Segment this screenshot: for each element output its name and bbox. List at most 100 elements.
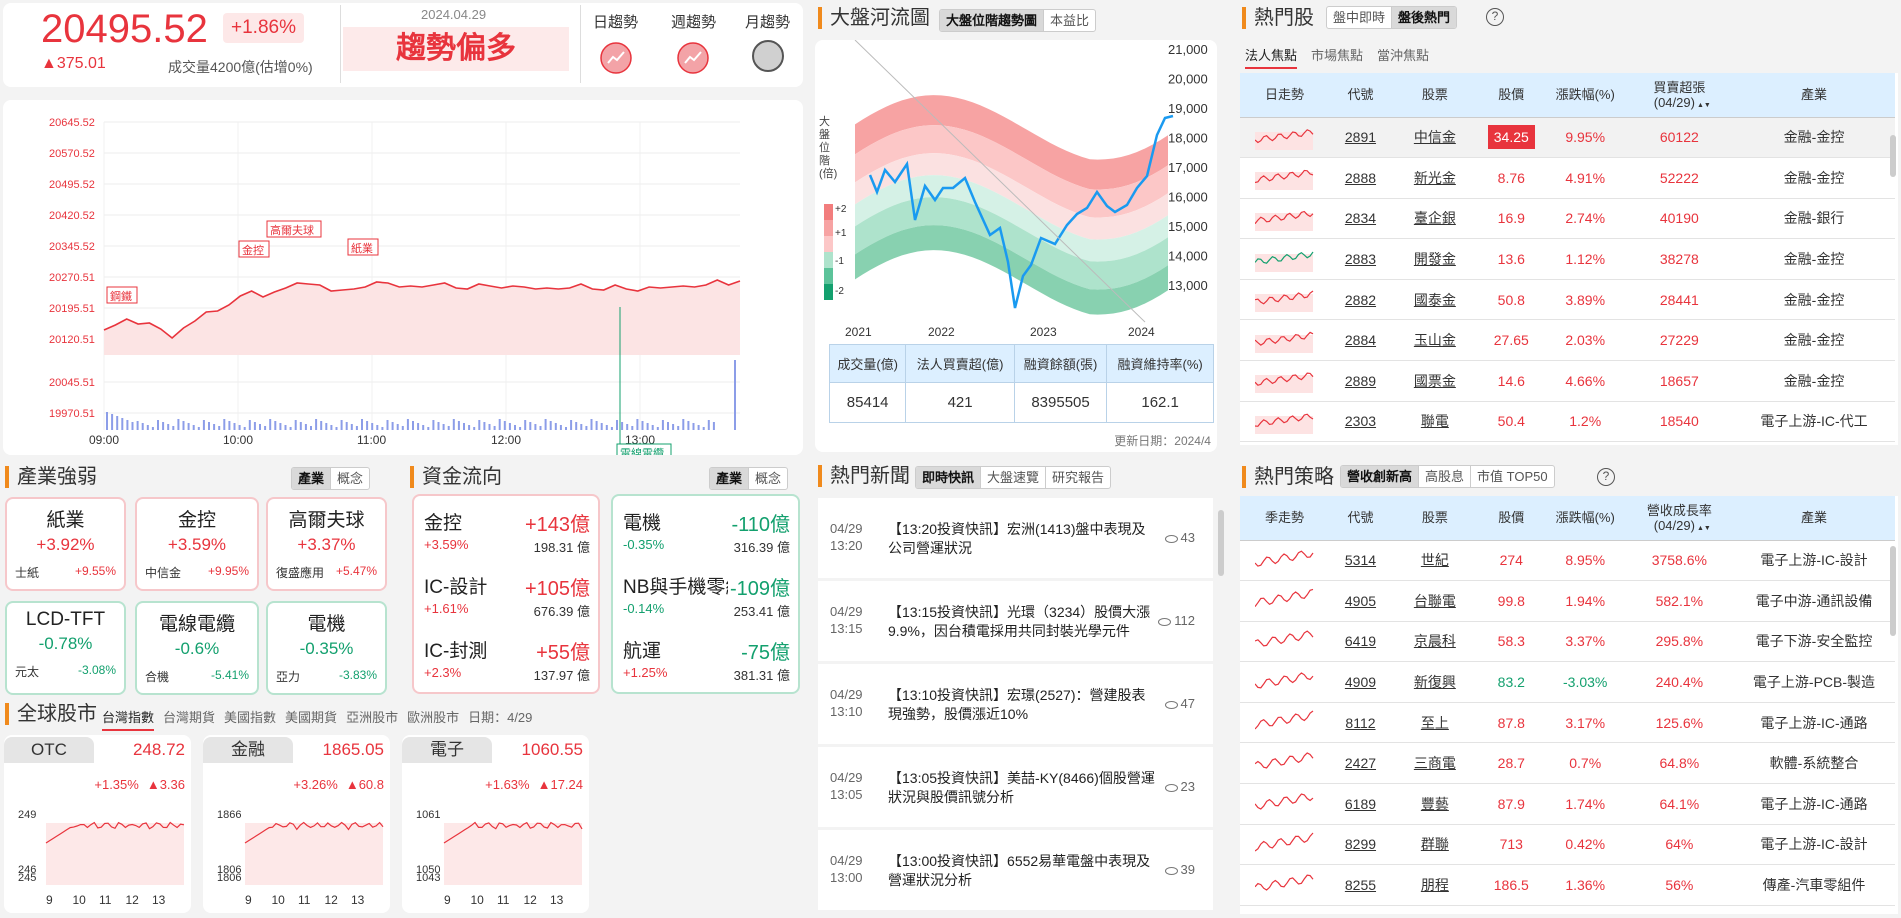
- stock-code-cell[interactable]: 5314: [1329, 540, 1392, 582]
- stock-name-cell[interactable]: 台聯電: [1391, 580, 1478, 622]
- tab-strategy-dividend[interactable]: 高股息: [1419, 466, 1472, 487]
- stock-code-cell[interactable]: 2884: [1329, 319, 1392, 362]
- stock-code-cell[interactable]: 8112: [1329, 702, 1392, 744]
- stock-name[interactable]: 台聯電: [1414, 593, 1456, 609]
- stock-name-cell[interactable]: 豐藝: [1391, 783, 1478, 825]
- stock-name-cell[interactable]: 至上: [1391, 702, 1478, 744]
- global-index-card[interactable]: OTC 248.72 +1.35% ▲3.36 249 246 245 9 10 11 12 13: [4, 735, 191, 913]
- global-index-card[interactable]: 電子 1060.55 +1.63% ▲17.24 1061 1050 1043 9 10 11 12…: [402, 735, 589, 913]
- table-row[interactable]: 6189 豐藝 87.9 1.74% 64.1% 電子上游-IC-通路: [1240, 783, 1895, 825]
- intraday-chart[interactable]: 20645.52 20570.52 20495.52 20420.52 20345.52…: [3, 100, 803, 455]
- stock-name-cell[interactable]: 開發金: [1391, 238, 1478, 280]
- table-row[interactable]: 2883 開發金 13.6 1.12% 38278 金融-金控: [1240, 238, 1895, 280]
- table-row[interactable]: 2891 中信金 34.25 9.95% 60122 金融-金控: [1240, 117, 1895, 159]
- subtab-institutional[interactable]: 法人焦點: [1245, 45, 1298, 69]
- tab-river-pe[interactable]: 本益比: [1044, 10, 1095, 31]
- global-index-card[interactable]: 金融 1865.05 +3.26% ▲60.8 1866 1806 1806 9 10 11 12 1…: [203, 735, 390, 913]
- industry-card[interactable]: 紙業 +3.92% 士紙 +9.55%: [5, 497, 126, 591]
- scrollbar[interactable]: [1890, 546, 1896, 636]
- stock-name[interactable]: 群聯: [1421, 836, 1449, 852]
- stock-code-cell[interactable]: 2883: [1329, 238, 1392, 280]
- stock-code-cell[interactable]: 2889: [1329, 360, 1392, 402]
- stock-name-cell[interactable]: 聯電: [1391, 401, 1478, 443]
- industry-card[interactable]: 電線電纜 -0.6% 合機 -5.41%: [135, 601, 259, 695]
- table-row[interactable]: 8112 至上 87.8 3.17% 125.6% 電子上游-IC-通路: [1240, 702, 1895, 744]
- stock-code-cell[interactable]: 6419: [1329, 621, 1392, 663]
- river-chart[interactable]: 21,000 20,000 19,000 18,000 17,000 16,000 15,0…: [815, 40, 1217, 340]
- stock-code[interactable]: 2883: [1345, 251, 1376, 267]
- table-row[interactable]: 2303 聯電 50.4 1.2% 18540 電子上游-IC-代工: [1240, 401, 1895, 443]
- stock-code[interactable]: 2891: [1345, 129, 1376, 145]
- stock-code[interactable]: 8299: [1345, 836, 1376, 852]
- news-item[interactable]: 04/29 13:15 【13:15投資快訊】光環（3234）股價大漲9.9%，因台…: [818, 581, 1213, 661]
- stock-name-cell[interactable]: 京晨科: [1391, 621, 1478, 663]
- news-item[interactable]: 04/29 13:00 【13:00投資快訊】6552易華電盤中表現及營運狀況分析 3…: [818, 830, 1213, 910]
- stock-name-cell[interactable]: 群聯: [1391, 824, 1478, 866]
- stock-code[interactable]: 4909: [1345, 674, 1376, 690]
- stock-name[interactable]: 臺企銀: [1414, 210, 1456, 226]
- scrollbar[interactable]: [1890, 135, 1896, 177]
- stock-code-cell[interactable]: 2882: [1329, 279, 1392, 321]
- tab-global-asia[interactable]: 亞洲股市: [346, 707, 398, 731]
- industry-card[interactable]: 高爾夫球 +3.37% 復盛應用 +5.47%: [266, 497, 387, 591]
- table-row[interactable]: 4909 新復興 83.2 -3.03% 240.4% 電子上游-PCB-製造: [1240, 661, 1895, 703]
- stock-code[interactable]: 2882: [1345, 292, 1376, 308]
- table-row[interactable]: 5314 世紀 274 8.95% 3758.6% 電子上游-IC-設計: [1240, 540, 1895, 582]
- tab-global-europe[interactable]: 歐洲股市: [407, 707, 459, 731]
- stock-code[interactable]: 5314: [1345, 552, 1376, 568]
- fund-row[interactable]: 電機 -110億 -0.35% 316.39 億: [623, 504, 790, 568]
- stock-code[interactable]: 8112: [1345, 715, 1375, 731]
- stock-name-cell[interactable]: 三商電: [1391, 742, 1478, 785]
- stock-name-cell[interactable]: 臺企銀: [1391, 198, 1478, 240]
- stock-code[interactable]: 4905: [1345, 593, 1376, 609]
- tab-funds-concept[interactable]: 概念: [749, 468, 787, 489]
- news-headline[interactable]: 【13:15投資快訊】光環（3234）股價大漲9.9%，因台積電採用共同封裝光學…: [888, 603, 1158, 641]
- fund-row[interactable]: IC-封測 +55億 +2.3% 137.97 億: [424, 632, 590, 696]
- fund-row[interactable]: IC-設計 +105億 +1.61% 676.39 億: [424, 568, 590, 632]
- tab-concept[interactable]: 概念: [331, 468, 369, 489]
- stock-name[interactable]: 世紀: [1421, 552, 1449, 568]
- table-row[interactable]: 2882 國泰金 50.8 3.89% 28441 金融-金控: [1240, 279, 1895, 321]
- tab-global-tw-index[interactable]: 台灣指數: [102, 707, 155, 731]
- stock-code[interactable]: 8255: [1345, 877, 1376, 893]
- table-row[interactable]: 2884 玉山金 27.65 2.03% 27229 金融-金控: [1240, 319, 1895, 362]
- stock-name[interactable]: 新光金: [1414, 170, 1456, 186]
- sort-icon[interactable]: ▲▼: [1697, 102, 1711, 109]
- stock-code-cell[interactable]: 8255: [1329, 864, 1392, 906]
- stock-name[interactable]: 開發金: [1414, 251, 1456, 267]
- stock-name[interactable]: 國票金: [1414, 373, 1456, 389]
- stock-code-cell[interactable]: 4909: [1329, 661, 1392, 703]
- trend-day-up-icon[interactable]: [599, 41, 633, 75]
- industry-card[interactable]: LCD-TFT -0.78% 元太 -3.08%: [5, 601, 126, 695]
- help-icon[interactable]: ?: [1486, 8, 1504, 26]
- stock-name-cell[interactable]: 新光金: [1391, 157, 1478, 199]
- stock-code-cell[interactable]: 4905: [1329, 580, 1392, 622]
- stock-code[interactable]: 6419: [1345, 633, 1376, 649]
- tab-news-flash[interactable]: 即時快訊: [916, 467, 982, 488]
- stock-code-cell[interactable]: 6189: [1329, 783, 1392, 825]
- fund-row[interactable]: NB與手機零組 -109億 -0.14% 253.41 億: [623, 568, 790, 632]
- news-scrollbar[interactable]: [1218, 510, 1224, 576]
- tab-global-us-futures[interactable]: 美國期貨: [285, 707, 337, 731]
- tab-news-research[interactable]: 研究報告: [1046, 467, 1110, 488]
- stock-code[interactable]: 2884: [1345, 332, 1376, 348]
- industry-card[interactable]: 電機 -0.35% 亞力 -3.83%: [266, 601, 387, 695]
- stock-name[interactable]: 朋程: [1421, 877, 1449, 893]
- tab-strategy-top50[interactable]: 市值 TOP50: [1471, 466, 1554, 487]
- stock-code[interactable]: 2303: [1345, 413, 1376, 429]
- column-header[interactable]: 買賣超張 (04/29) ▲▼: [1625, 73, 1733, 118]
- tab-news-market[interactable]: 大盤速覽: [981, 467, 1047, 488]
- stock-name-cell[interactable]: 朋程: [1391, 864, 1478, 906]
- tab-strategy-revenue[interactable]: 營收創新高: [1341, 466, 1420, 487]
- fund-row[interactable]: 航運 -75億 +1.25% 381.31 億: [623, 632, 790, 692]
- subtab-market[interactable]: 市場焦點: [1311, 45, 1363, 69]
- stock-name[interactable]: 至上: [1421, 715, 1449, 731]
- stock-name[interactable]: 豐藝: [1421, 796, 1449, 812]
- news-headline[interactable]: 【13:20投資快訊】宏洲(1413)盤中表現及公司營運狀況: [888, 520, 1158, 558]
- table-row[interactable]: 6419 京晨科 58.3 3.37% 295.8% 電子下游-安全監控: [1240, 621, 1895, 663]
- stock-code[interactable]: 2888: [1345, 170, 1376, 186]
- stock-name-cell[interactable]: 玉山金: [1391, 319, 1478, 362]
- news-headline[interactable]: 【13:00投資快訊】6552易華電盤中表現及營運狀況分析: [888, 852, 1158, 890]
- stock-name[interactable]: 新復興: [1414, 674, 1456, 690]
- table-row[interactable]: 2427 三商電 28.7 0.7% 64.8% 軟體-系統整合: [1240, 742, 1895, 785]
